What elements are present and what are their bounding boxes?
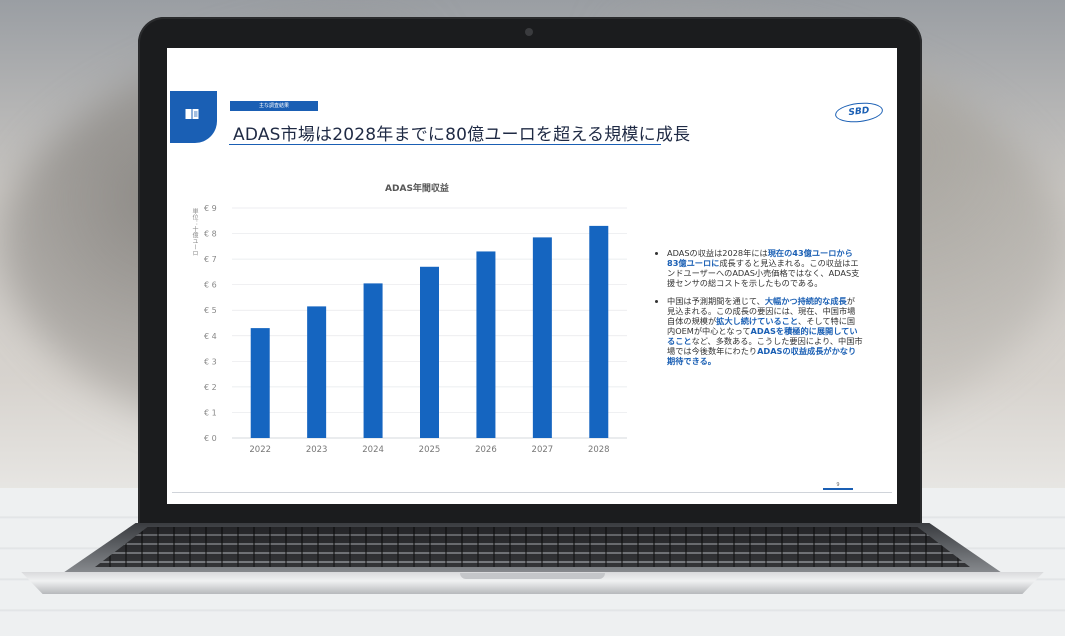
y-tick-label: € 2	[204, 383, 217, 392]
trackpad-notch	[460, 573, 605, 579]
bar-chart: € 0 € 1 € 2 € 3 € 4 € 5 € 6 € 7 € 8 € 9 2022 2023 20…	[204, 204, 627, 455]
bar	[589, 225, 609, 438]
y-tick-label: € 3	[204, 357, 217, 366]
note-item: 中国は予測期間を通じて、大幅かつ持続的な成長が見込まれる。この成長の要因には、現…	[667, 296, 863, 366]
bar	[476, 251, 496, 438]
bar	[307, 306, 327, 438]
x-tick-label: 2025	[419, 445, 441, 455]
note-item: ADASの収益は2028年には現在の43億ユーロから83億ユーロに成長すると見込…	[667, 248, 863, 288]
section-marker	[170, 91, 217, 143]
bar	[250, 328, 270, 438]
book-icon	[185, 109, 199, 119]
chart-title: ADAS年間収益	[385, 184, 449, 194]
notes-panel: ADASの収益は2028年には現在の43億ユーロから83億ユーロに成長すると見込…	[657, 248, 863, 374]
company-logo: SBD	[834, 100, 884, 125]
y-tick-label: € 1	[204, 408, 217, 417]
footer-divider	[172, 492, 892, 493]
y-tick-label: € 4	[204, 332, 217, 341]
notes-list: ADASの収益は2028年には現在の43億ユーロから83億ユーロに成長すると見込…	[657, 248, 863, 366]
bar	[363, 283, 383, 438]
x-tick-label: 2027	[532, 445, 554, 455]
y-tick-label: € 8	[204, 230, 217, 239]
x-tick-label: 2023	[306, 445, 328, 455]
webcam	[525, 28, 533, 36]
bar	[532, 237, 552, 438]
note-highlight: 拡大し続けていること	[716, 316, 799, 326]
note-text: 中国は予測期間を通じて、	[667, 296, 765, 306]
slide-title: ADAS市場は2028年までに80億ユーロを超える規模に成長	[233, 125, 691, 145]
x-tick-label: 2026	[475, 445, 497, 455]
section-tag: 主な調査結果	[230, 101, 318, 111]
title-underline	[229, 144, 661, 145]
laptop-screen: 主な調査結果 ADAS市場は2028年までに80億ユーロを超える規模に成長 SB…	[167, 48, 897, 504]
page-number: 9	[823, 482, 853, 490]
keyboard	[95, 527, 970, 567]
y-tick-label: € 5	[204, 306, 217, 315]
note-highlight: 大幅かつ持続的な成長	[764, 296, 847, 306]
bar	[420, 266, 439, 438]
y-tick-label: € 9	[204, 204, 217, 213]
x-tick-label: 2028	[588, 445, 610, 455]
y-tick-label: € 6	[204, 281, 217, 290]
y-tick-label: € 7	[204, 255, 217, 264]
x-tick-label: 2024	[362, 445, 384, 455]
note-text: ADASの収益は2028年には	[667, 248, 768, 258]
y-tick-label: € 0	[204, 434, 217, 443]
x-tick-label: 2022	[249, 445, 271, 455]
